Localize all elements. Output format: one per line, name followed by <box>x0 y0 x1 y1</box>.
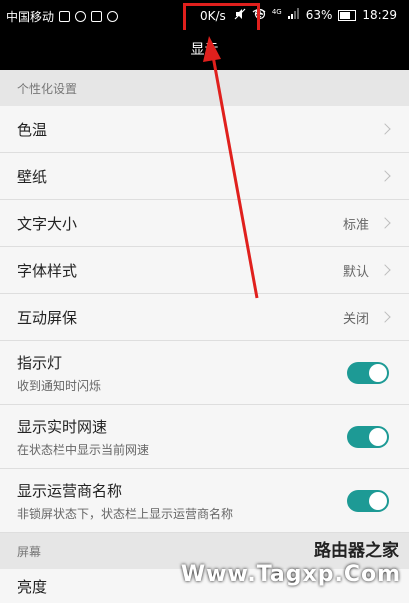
row-value-group: 标准 <box>342 214 391 233</box>
row-subtitle: 非锁屏状态下，状态栏上显示运营商名称 <box>17 506 234 521</box>
row-label: 壁纸 <box>17 167 48 186</box>
row-subtitle: 在状态栏中显示当前网速 <box>17 442 150 457</box>
row-text: 显示实时网速 在状态栏中显示当前网速 <box>17 416 149 458</box>
row-label: 亮度 <box>17 577 48 596</box>
carrier-name: 中国移动 <box>6 10 55 24</box>
sim-icon <box>59 11 71 22</box>
row-text-size[interactable]: 文字大小 标准 <box>0 200 409 247</box>
settings-list: 个性化设置 色温 壁纸 文字大小 标准 字体样式 默认 互动屏保 关闭 指示灯 … <box>0 70 409 603</box>
watermark-logo-text: 路由器之家 <box>314 541 399 561</box>
row-label: 指示灯 <box>17 353 63 372</box>
toggle-knob <box>369 427 387 446</box>
chevron-right-icon <box>379 311 391 323</box>
battery-percent: 63% <box>305 8 333 22</box>
toggle-knob <box>369 491 387 510</box>
signal-icon <box>287 8 300 22</box>
toggle-knob <box>369 363 387 382</box>
title-bar: 显示 <box>0 30 409 70</box>
row-value: 默认 <box>342 264 369 280</box>
chevron-right-icon <box>379 217 391 229</box>
row-wallpaper[interactable]: 壁纸 <box>0 153 409 200</box>
row-interactive-screensaver[interactable]: 互动屏保 关闭 <box>0 294 409 341</box>
row-value-group: 关闭 <box>342 308 391 327</box>
row-indicator-light: 指示灯 收到通知时闪烁 <box>0 341 409 405</box>
row-label: 显示实时网速 <box>17 417 108 436</box>
battery-icon <box>338 9 357 21</box>
chevron-right-icon <box>379 170 391 182</box>
page-title: 显示 <box>190 42 219 58</box>
row-value-group: 默认 <box>342 261 391 280</box>
row-label: 色温 <box>17 120 48 139</box>
chevron-right-icon <box>379 264 391 276</box>
row-value: 标准 <box>342 217 369 233</box>
signal-type-label: 4G <box>271 7 282 16</box>
battery-fill <box>340 11 351 19</box>
row-label: 互动屏保 <box>17 308 78 327</box>
indicator-toggle[interactable] <box>347 361 389 384</box>
row-text: 指示灯 收到通知时闪烁 <box>17 352 101 394</box>
status-right: 4G 63% 18:29 <box>252 8 397 22</box>
row-font-style[interactable]: 字体样式 默认 <box>0 247 409 294</box>
net-speed-toggle[interactable] <box>347 425 389 448</box>
row-value: 关闭 <box>342 311 369 327</box>
clock: 18:29 <box>362 8 397 22</box>
row-label: 字体样式 <box>17 261 78 280</box>
row-label: 显示运营商名称 <box>17 481 123 500</box>
row-text: 显示运营商名称 非锁屏状态下，状态栏上显示运营商名称 <box>17 480 233 522</box>
app-icon <box>107 11 119 22</box>
row-subtitle: 收到通知时闪烁 <box>17 378 102 393</box>
row-color-temperature[interactable]: 色温 <box>0 106 409 153</box>
watermark-url: Www.Tagxp.Com <box>180 562 401 587</box>
chevron-right-icon <box>379 123 391 135</box>
status-left: 中国移动 <box>6 8 119 25</box>
row-show-net-speed: 显示实时网速 在状态栏中显示当前网速 <box>0 405 409 469</box>
message-icon <box>75 11 87 22</box>
row-show-carrier-name: 显示运营商名称 非锁屏状态下，状态栏上显示运营商名称 <box>0 469 409 533</box>
section-header-personalization: 个性化设置 <box>0 70 409 106</box>
row-label: 文字大小 <box>17 214 78 233</box>
chat-icon <box>91 11 103 22</box>
carrier-name-toggle[interactable] <box>347 489 389 512</box>
